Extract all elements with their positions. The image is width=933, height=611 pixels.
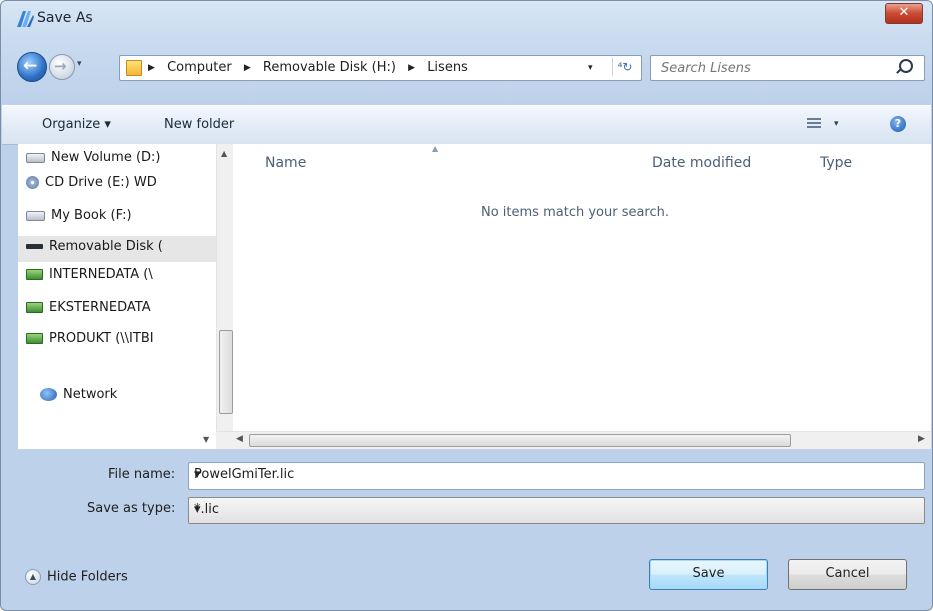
address-bar[interactable]: ▶ Computer ▶ Removable Disk (H:) ▶ Lisen… xyxy=(119,55,642,81)
file-name-dropdown-icon[interactable]: ▾ xyxy=(194,467,201,482)
save-as-app-icon xyxy=(17,11,34,27)
window-title: Save As xyxy=(37,10,93,26)
views-icon[interactable] xyxy=(807,118,821,130)
save-as-dialog: Save As ✕ ← → ▾ ▶ Computer ▶ Removable D… xyxy=(0,0,933,611)
save-as-type-dropdown-icon[interactable]: ▾ xyxy=(194,502,201,517)
new-folder-button[interactable]: New folder xyxy=(164,117,234,132)
breadcrumb-computer[interactable]: Computer xyxy=(167,60,232,75)
sidebar-item-my-book[interactable]: My Book (F:) xyxy=(26,208,132,230)
column-name[interactable]: Name xyxy=(265,155,306,171)
sidebar-item-label: Network xyxy=(63,387,118,402)
breadcrumb-separator-icon[interactable]: ▶ xyxy=(148,63,155,73)
sidebar-item-produkt[interactable]: PRODUKT (\\ITBI xyxy=(26,331,154,353)
scroll-right-icon[interactable]: ▶ xyxy=(918,434,925,444)
save-button[interactable]: Save xyxy=(649,559,768,590)
scroll-down-icon[interactable]: ▼ xyxy=(203,435,209,444)
breadcrumb-lisens[interactable]: Lisens xyxy=(427,60,468,75)
sidebar-item-network[interactable]: Network xyxy=(40,387,117,409)
horizontal-scrollbar-thumb[interactable] xyxy=(249,434,791,447)
refresh-button[interactable]: ⁴↻ xyxy=(612,58,637,76)
collapse-icon: ▲ xyxy=(25,569,41,585)
column-type[interactable]: Type xyxy=(820,155,852,171)
sidebar-item-label: INTERNEDATA (\ xyxy=(49,267,153,282)
sort-ascending-icon: ▲ xyxy=(432,144,439,153)
organize-button[interactable]: Organize ▾ xyxy=(42,117,111,132)
save-as-type-select[interactable]: *.lic ▾ xyxy=(188,497,925,524)
search-input[interactable] xyxy=(651,56,903,80)
breadcrumb-removable-disk[interactable]: Removable Disk (H:) xyxy=(263,60,396,75)
title-bar[interactable]: Save As ✕ xyxy=(1,1,932,37)
back-button[interactable]: ← xyxy=(17,52,47,82)
cd-drive-icon xyxy=(26,176,39,189)
sidebar-item-eksternedata[interactable]: EKSTERNEDATA xyxy=(26,300,151,322)
hard-drive-icon xyxy=(26,210,45,221)
browser-pane: New Volume (D:) CD Drive (E:) WD My Book… xyxy=(18,144,931,450)
removable-disk-icon xyxy=(26,244,43,249)
sidebar-item-removable-disk[interactable]: Removable Disk ( xyxy=(18,236,233,262)
folder-icon xyxy=(126,60,142,76)
save-as-type-label: Save as type: xyxy=(87,501,176,516)
sidebar-item-label: Removable Disk ( xyxy=(49,239,163,254)
network-drive-icon xyxy=(26,333,43,344)
help-icon[interactable]: ? xyxy=(890,116,906,132)
command-toolbar: Organize ▾ New folder ▾ ? xyxy=(2,105,931,145)
sidebar-item-label: New Volume (D:) xyxy=(51,150,161,165)
hide-folders-button[interactable]: ▲ Hide Folders xyxy=(25,569,128,585)
network-drive-icon xyxy=(26,302,43,313)
sidebar-item-internedata[interactable]: INTERNEDATA (\ xyxy=(26,267,153,289)
file-name-value[interactable]: PowelGmiTer.lic xyxy=(194,467,294,482)
column-date-modified[interactable]: Date modified xyxy=(652,155,751,171)
address-dropdown-icon[interactable]: ▾ xyxy=(588,63,593,73)
empty-results-message: No items match your search. xyxy=(481,205,670,220)
network-drive-icon xyxy=(26,269,43,280)
search-box[interactable] xyxy=(650,55,925,81)
breadcrumb-separator-icon[interactable]: ▶ xyxy=(408,63,415,73)
sidebar-item-label: My Book (F:) xyxy=(51,208,132,223)
back-arrow-icon: ← xyxy=(23,56,38,76)
scroll-left-icon[interactable]: ◀ xyxy=(236,434,243,444)
hard-drive-icon xyxy=(26,152,45,163)
horizontal-scrollbar[interactable]: ▼ ◀ ▶ xyxy=(203,431,931,449)
close-button[interactable]: ✕ xyxy=(885,3,923,24)
views-dropdown-icon[interactable]: ▾ xyxy=(834,119,839,129)
file-name-field[interactable]: PowelGmiTer.lic ▾ xyxy=(188,462,925,490)
sidebar-item-cd-drive[interactable]: CD Drive (E:) WD xyxy=(26,175,157,197)
sidebar-item-label: CD Drive (E:) WD xyxy=(45,175,157,190)
file-name-label: File name: xyxy=(108,467,176,482)
hide-folders-label: Hide Folders xyxy=(47,569,128,585)
scroll-up-icon[interactable]: ▲ xyxy=(221,149,227,158)
network-icon xyxy=(40,388,57,401)
forward-arrow-icon: → xyxy=(54,57,67,75)
breadcrumb: ▶ Computer ▶ Removable Disk (H:) ▶ Lisen… xyxy=(148,60,476,75)
navigation-pane: New Volume (D:) CD Drive (E:) WD My Book… xyxy=(18,144,233,431)
column-header: Name ▲ Date modified Type xyxy=(248,144,931,176)
navigation-scrollbar[interactable]: ▲ xyxy=(216,144,233,431)
forward-button[interactable]: → xyxy=(49,54,75,80)
sidebar-item-new-volume[interactable]: New Volume (D:) xyxy=(26,150,161,172)
recent-pages-dropdown[interactable]: ▾ xyxy=(77,59,82,69)
sidebar-item-label: PRODUKT (\\ITBI xyxy=(49,331,154,346)
scrollbar-thumb[interactable] xyxy=(219,330,233,414)
search-icon[interactable] xyxy=(899,59,913,73)
cancel-button[interactable]: Cancel xyxy=(788,559,907,590)
breadcrumb-separator-icon[interactable]: ▶ xyxy=(244,63,251,73)
sidebar-item-label: EKSTERNEDATA xyxy=(49,300,151,315)
